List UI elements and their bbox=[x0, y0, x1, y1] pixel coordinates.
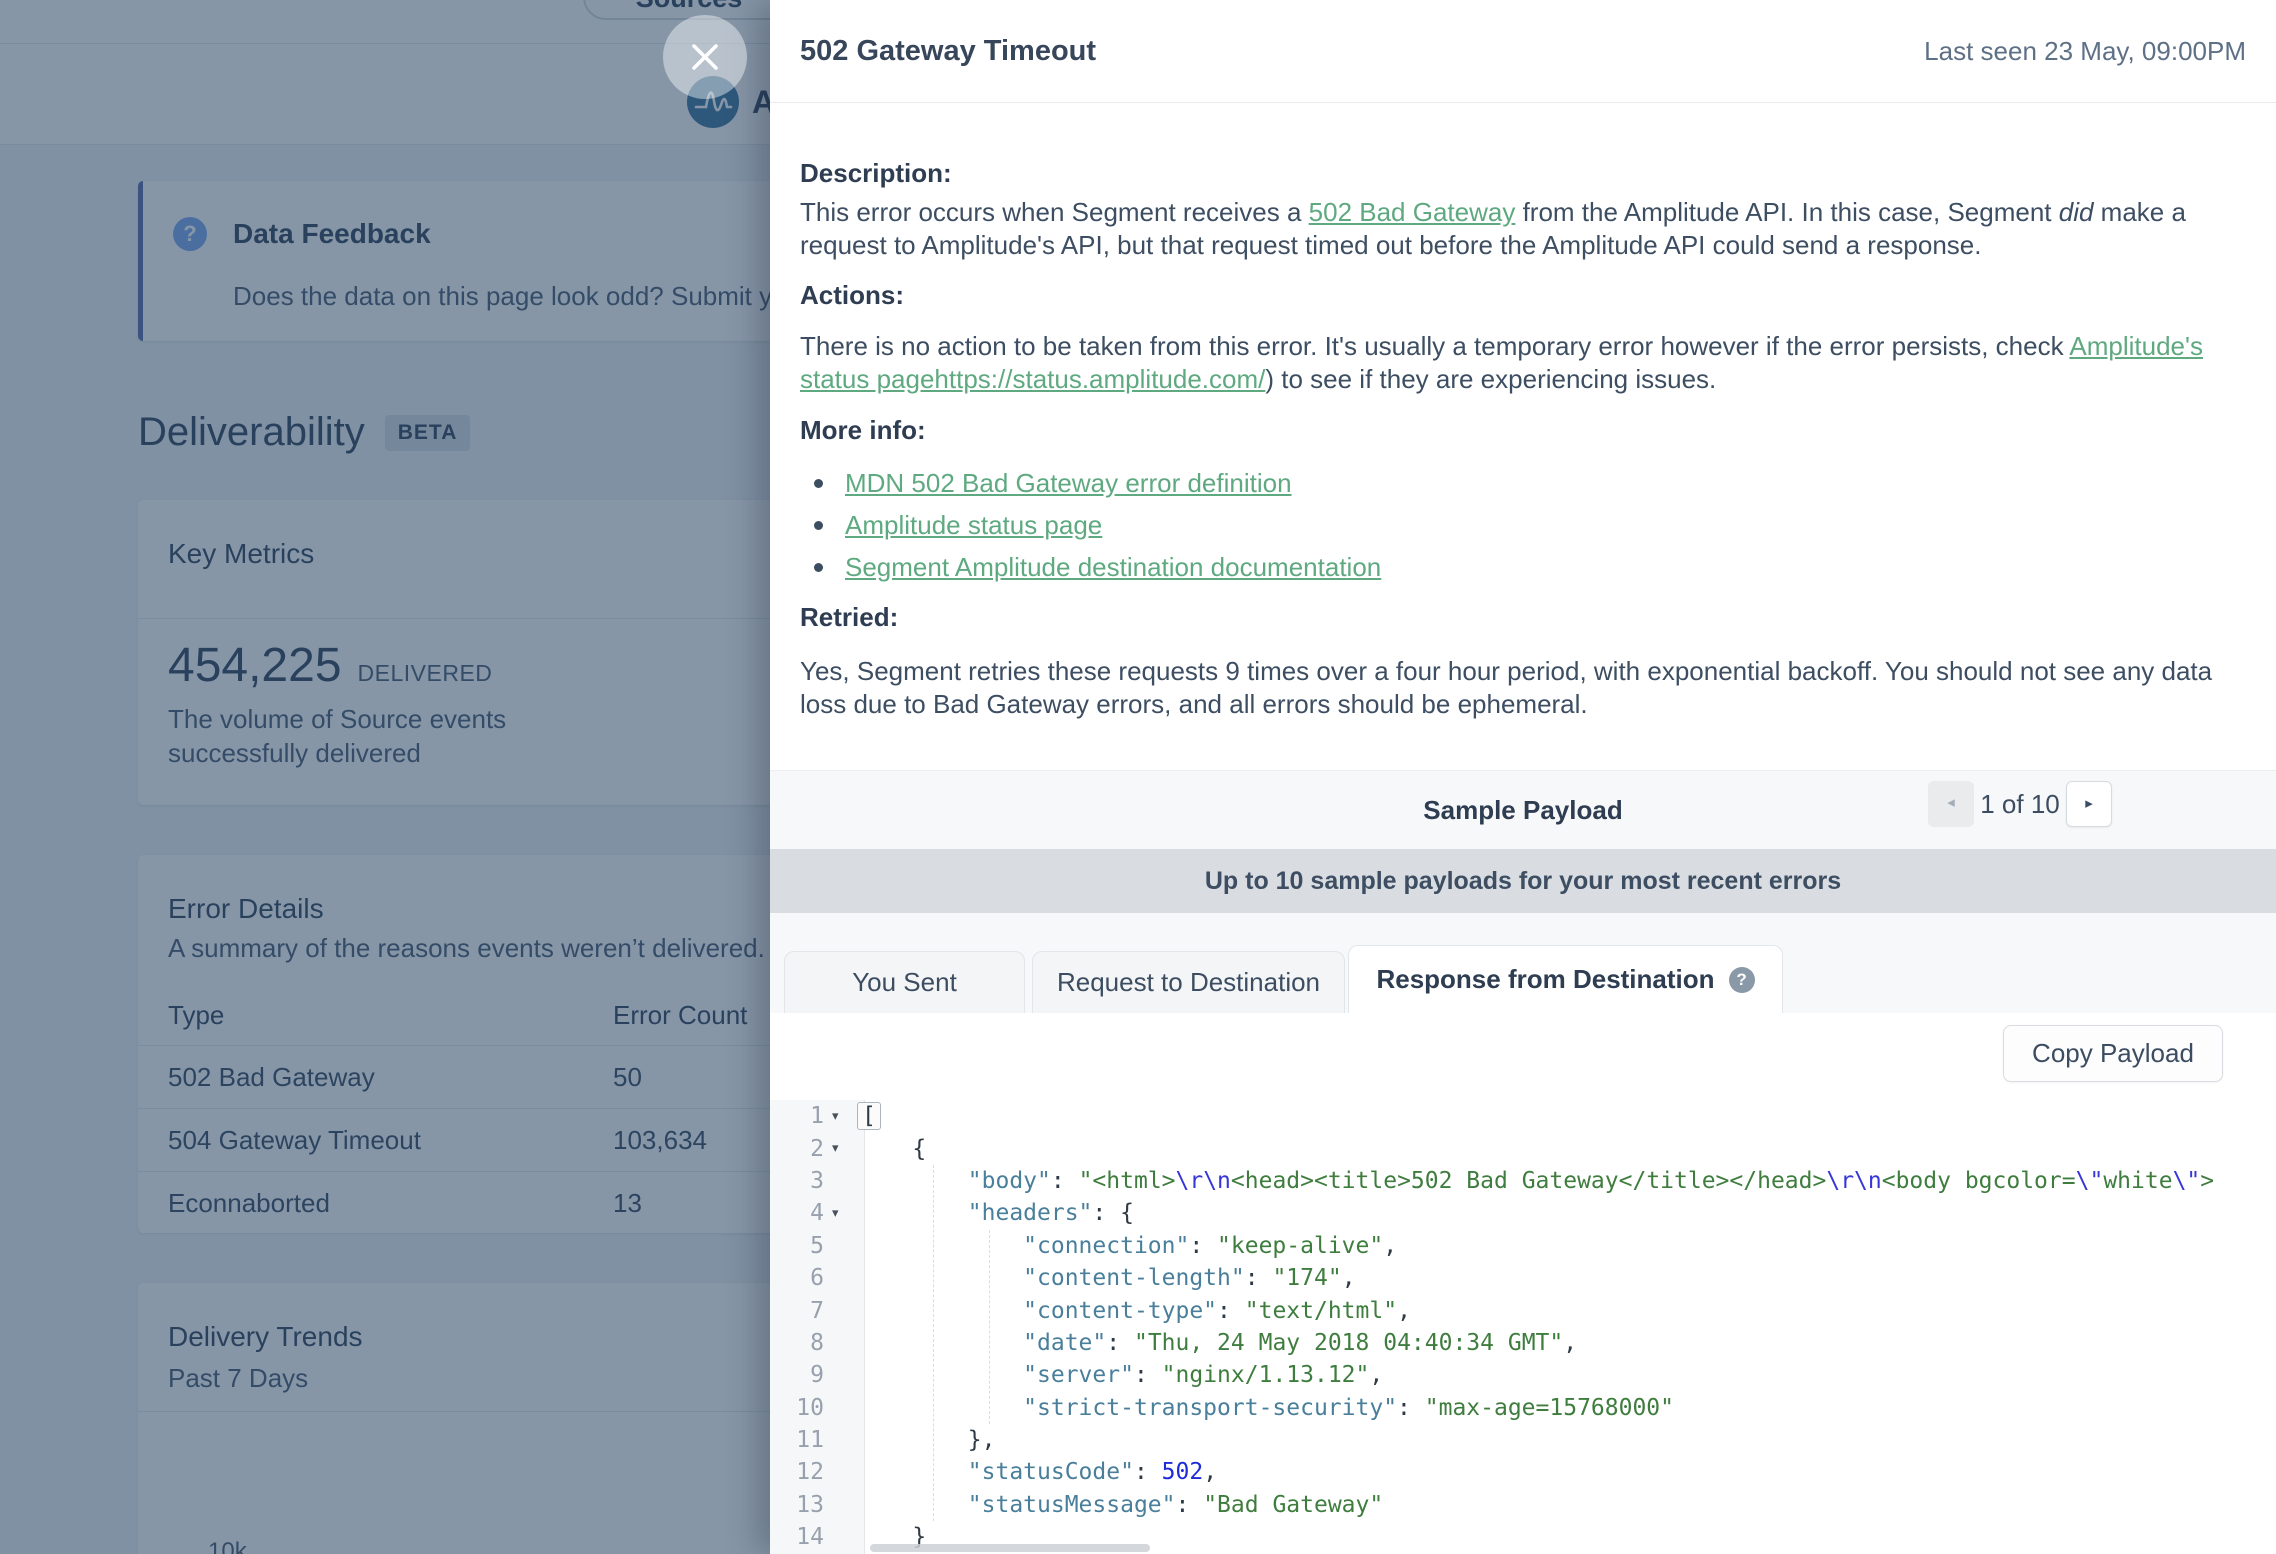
code-line: 4▾ "headers": { bbox=[770, 1197, 2276, 1229]
more-info-link[interactable]: Amplitude status page bbox=[845, 510, 1102, 541]
copy-payload-button[interactable]: Copy Payload bbox=[2003, 1025, 2223, 1082]
payload-tabs: You Sent Request to Destination Response f… bbox=[770, 945, 2276, 1013]
more-info-item: Amplitude status page bbox=[806, 504, 1381, 546]
horizontal-scrollbar[interactable] bbox=[870, 1544, 1150, 1552]
bullet-icon bbox=[814, 521, 823, 530]
code-text: }, bbox=[857, 1427, 2276, 1453]
actions-paragraph: There is no action to be taken from this… bbox=[800, 330, 2248, 396]
pagination-status: 1 of 10 bbox=[1974, 781, 2066, 827]
panel-title: 502 Gateway Timeout bbox=[800, 35, 1096, 68]
indent-guide bbox=[933, 1165, 934, 1521]
description-heading: Description: bbox=[800, 158, 952, 189]
retried-paragraph: Yes, Segment retries these requests 9 ti… bbox=[800, 655, 2248, 721]
code-text: "headers": { bbox=[857, 1200, 2276, 1226]
code-line: 1▾[ bbox=[770, 1100, 2276, 1132]
fold-arrow-icon[interactable]: ▾ bbox=[832, 1206, 857, 1221]
tab-request-to-destination[interactable]: Request to Destination bbox=[1032, 951, 1345, 1013]
retried-heading: Retried: bbox=[800, 602, 898, 633]
code-line: 12 "statusCode": 502, bbox=[770, 1456, 2276, 1488]
error-detail-panel: 502 Gateway Timeout Last seen 23 May, 09… bbox=[770, 0, 2276, 1554]
description-paragraph: This error occurs when Segment receives … bbox=[800, 196, 2248, 262]
line-number: 7 bbox=[770, 1298, 832, 1324]
actions-heading: Actions: bbox=[800, 280, 904, 311]
code-text: "statusMessage": "Bad Gateway" bbox=[857, 1492, 2276, 1518]
code-line: 11 }, bbox=[770, 1424, 2276, 1456]
bad-gateway-link[interactable]: 502 Bad Gateway bbox=[1309, 197, 1516, 227]
code-text: [ bbox=[857, 1103, 2276, 1129]
bullet-icon bbox=[814, 563, 823, 572]
fold-arrow-icon[interactable]: ▾ bbox=[832, 1141, 857, 1156]
code-line: 13 "statusMessage": "Bad Gateway" bbox=[770, 1489, 2276, 1521]
line-number: 3 bbox=[770, 1168, 832, 1194]
code-line: 8 "date": "Thu, 24 May 2018 04:40:34 GMT… bbox=[770, 1327, 2276, 1359]
sample-payload-banner: Up to 10 sample payloads for your most r… bbox=[770, 849, 2276, 913]
code-text: "connection": "keep-alive", bbox=[857, 1233, 2276, 1259]
tab-label: Request to Destination bbox=[1057, 967, 1320, 998]
code-line: 10 "strict-transport-security": "max-age… bbox=[770, 1392, 2276, 1424]
close-icon bbox=[687, 39, 723, 75]
line-number: 13 bbox=[770, 1492, 832, 1518]
actions-text: ) to see if they are experiencing issues… bbox=[1265, 364, 1716, 394]
description-text: This error occurs when Segment receives … bbox=[800, 197, 1309, 227]
code-text: "content-type": "text/html", bbox=[857, 1298, 2276, 1324]
more-info-link[interactable]: Segment Amplitude destination documentat… bbox=[845, 552, 1381, 583]
help-icon[interactable]: ? bbox=[1729, 967, 1755, 993]
line-number: 5 bbox=[770, 1233, 832, 1259]
sample-payload-section: Sample Payload ◂ 1 of 10 ▸ Up to 10 samp… bbox=[770, 770, 2276, 1013]
code-text: "server": "nginx/1.13.12", bbox=[857, 1362, 2276, 1388]
payload-code-viewer[interactable]: 1▾[2▾ {3 "body": "<html>\r\n<head><title… bbox=[770, 1100, 2276, 1554]
pagination-next-button[interactable]: ▸ bbox=[2066, 781, 2112, 827]
code-line: 3 "body": "<html>\r\n<head><title>502 Ba… bbox=[770, 1165, 2276, 1197]
description-text: from the Amplitude API. In this case, Se… bbox=[1515, 197, 2058, 227]
code-text: { bbox=[857, 1136, 2276, 1162]
panel-header: 502 Gateway Timeout Last seen 23 May, 09… bbox=[770, 0, 2276, 103]
line-number: 12 bbox=[770, 1459, 832, 1485]
line-number: 1 bbox=[770, 1103, 832, 1129]
line-number: 10 bbox=[770, 1395, 832, 1421]
more-info-link[interactable]: MDN 502 Bad Gateway error definition bbox=[845, 468, 1292, 499]
tab-label: You Sent bbox=[852, 967, 957, 998]
more-info-item: Segment Amplitude destination documentat… bbox=[806, 546, 1381, 588]
last-seen-timestamp: Last seen 23 May, 09:00PM bbox=[1924, 36, 2246, 67]
actions-text: There is no action to be taken from this… bbox=[800, 331, 2069, 361]
code-text: "content-length": "174", bbox=[857, 1265, 2276, 1291]
code-line: 5 "connection": "keep-alive", bbox=[770, 1230, 2276, 1262]
code-text: "strict-transport-security": "max-age=15… bbox=[857, 1395, 2276, 1421]
more-info-heading: More info: bbox=[800, 415, 926, 446]
chevron-right-icon: ▸ bbox=[2085, 795, 2093, 812]
code-line: 6 "content-length": "174", bbox=[770, 1262, 2276, 1294]
tab-label: Response from Destination bbox=[1376, 964, 1714, 995]
code-line: 9 "server": "nginx/1.13.12", bbox=[770, 1359, 2276, 1391]
line-number: 2 bbox=[770, 1136, 832, 1162]
more-info-item: MDN 502 Bad Gateway error definition bbox=[806, 462, 1381, 504]
indent-guide bbox=[989, 1230, 990, 1424]
line-number: 9 bbox=[770, 1362, 832, 1388]
tab-you-sent[interactable]: You Sent bbox=[784, 951, 1025, 1013]
more-info-list: MDN 502 Bad Gateway error definition Ampl… bbox=[806, 462, 1381, 588]
close-panel-button[interactable] bbox=[663, 15, 747, 99]
code-line: 2▾ { bbox=[770, 1132, 2276, 1164]
description-emphasis: did bbox=[2059, 197, 2094, 227]
code-text: "body": "<html>\r\n<head><title>502 Bad … bbox=[857, 1168, 2276, 1194]
line-number: 6 bbox=[770, 1265, 832, 1291]
bullet-icon bbox=[814, 479, 823, 488]
line-number: 14 bbox=[770, 1524, 832, 1550]
fold-arrow-icon[interactable]: ▾ bbox=[832, 1109, 857, 1124]
chevron-left-icon: ◂ bbox=[1947, 794, 1955, 811]
code-text: "statusCode": 502, bbox=[857, 1459, 2276, 1485]
line-number: 8 bbox=[770, 1330, 832, 1356]
line-number: 11 bbox=[770, 1427, 832, 1453]
pagination-prev-button[interactable]: ◂ bbox=[1928, 781, 1974, 827]
code-line: 7 "content-type": "text/html", bbox=[770, 1294, 2276, 1326]
line-number: 4 bbox=[770, 1200, 832, 1226]
tab-response-from-destination[interactable]: Response from Destination? bbox=[1348, 945, 1783, 1013]
code-text: "date": "Thu, 24 May 2018 04:40:34 GMT", bbox=[857, 1330, 2276, 1356]
